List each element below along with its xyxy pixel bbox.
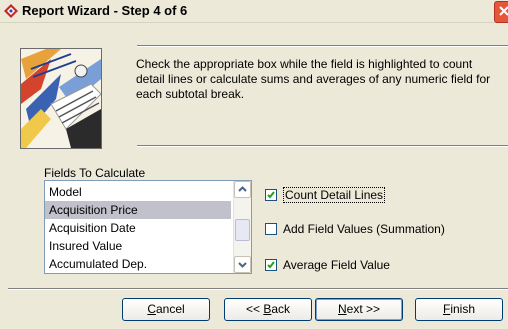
report-wizard-window: Report Wizard - Step 4 of 6 Check the ap… xyxy=(0,0,508,329)
count-detail-lines-label: Count Detail Lines xyxy=(283,187,386,203)
vertical-scrollbar[interactable] xyxy=(233,181,251,273)
next-button[interactable]: Next >> xyxy=(315,298,403,321)
add-field-values-option[interactable]: Add Field Values (Summation) xyxy=(265,221,445,237)
scroll-down-button[interactable] xyxy=(234,256,251,273)
header-divider-bottom xyxy=(137,145,508,147)
chevron-up-icon xyxy=(238,186,247,192)
back-button[interactable]: << Back xyxy=(224,298,312,321)
wizard-app-icon xyxy=(4,4,18,18)
finish-button[interactable]: Finish xyxy=(415,298,503,321)
average-field-value-checkbox[interactable] xyxy=(265,259,277,271)
list-item[interactable]: Model xyxy=(45,183,231,201)
title-bar[interactable]: Report Wizard - Step 4 of 6 xyxy=(0,0,508,23)
button-area-divider xyxy=(8,288,508,290)
checkmark-icon xyxy=(267,261,275,269)
wizard-illustration xyxy=(20,48,102,149)
close-button[interactable] xyxy=(494,1,508,23)
list-item[interactable]: Insured Value xyxy=(45,237,231,255)
scroll-up-button[interactable] xyxy=(234,181,251,198)
list-item[interactable]: Acquisition Date xyxy=(45,219,231,237)
list-item[interactable]: Accumulated Dep. xyxy=(45,255,231,273)
add-field-values-label: Add Field Values (Summation) xyxy=(283,222,445,236)
close-icon xyxy=(499,6,508,16)
chevron-down-icon xyxy=(238,262,247,268)
checkmark-icon xyxy=(267,191,275,199)
count-detail-lines-checkbox[interactable] xyxy=(265,189,277,201)
window-title: Report Wizard - Step 4 of 6 xyxy=(22,3,188,18)
step-description: Check the appropriate box while the fiel… xyxy=(136,57,491,101)
average-field-value-label: Average Field Value xyxy=(283,258,390,272)
count-detail-lines-option[interactable]: Count Detail Lines xyxy=(265,187,386,203)
cancel-button[interactable]: Cancel xyxy=(122,298,210,321)
average-field-value-option[interactable]: Average Field Value xyxy=(265,257,390,273)
fields-listbox[interactable]: Model Acquisition Price Acquisition Date… xyxy=(44,180,252,274)
scroll-thumb[interactable] xyxy=(235,219,250,241)
list-item-selected[interactable]: Acquisition Price xyxy=(45,201,231,219)
add-field-values-checkbox[interactable] xyxy=(265,223,277,235)
header-divider-top xyxy=(137,45,508,47)
fields-to-calculate-label: Fields To Calculate xyxy=(44,166,146,180)
